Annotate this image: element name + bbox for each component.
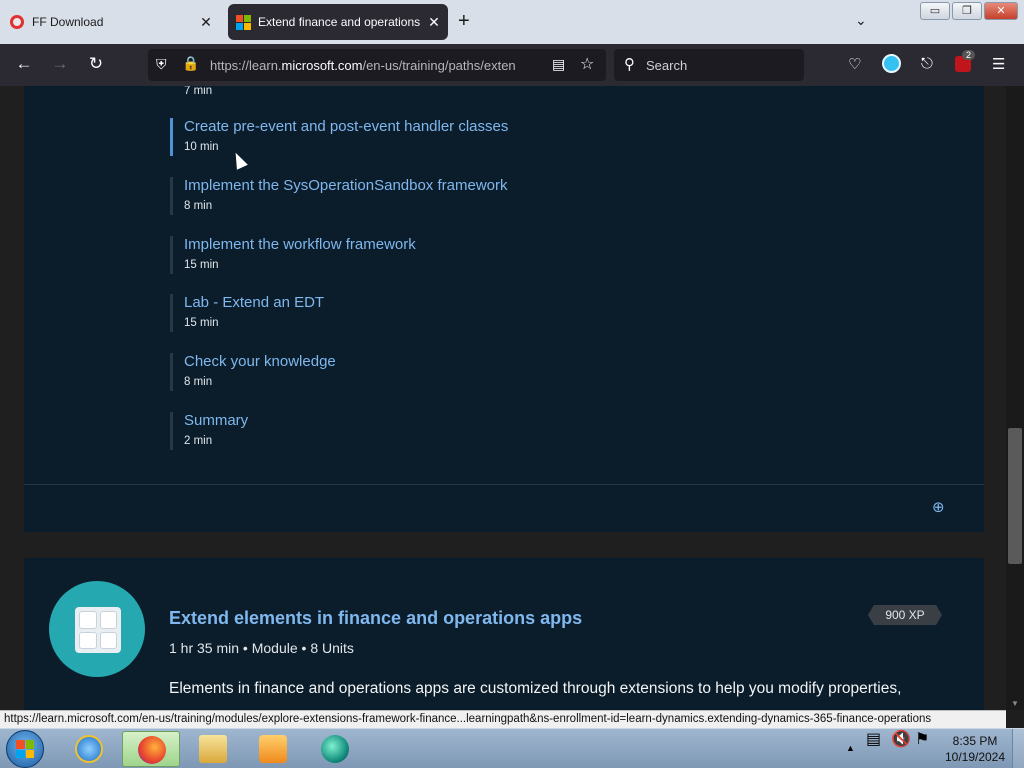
hamburger-menu-icon[interactable]: ☰ (992, 55, 1005, 73)
tab-close-icon[interactable]: ✕ (424, 14, 444, 31)
module-card: Extend elements in finance and operation… (24, 558, 984, 710)
search-placeholder: Search (646, 58, 688, 73)
minimize-button[interactable]: ▭ (920, 2, 950, 20)
windows-taskbar: ▲ ▤ 🔇 ⚑ 8:35 PM 10/19/2024 (0, 728, 1024, 768)
extensions-puzzle-icon[interactable]: ⎋ (921, 55, 933, 72)
link-status-bar: https://learn.microsoft.com/en-us/traini… (0, 710, 1006, 728)
close-window-button[interactable]: ✕ (984, 2, 1018, 20)
unit-progress-bar (170, 177, 173, 215)
unit-duration: 7 min (184, 86, 213, 97)
clock-time: 8:35 PM (952, 734, 998, 748)
clock-date: 10/19/2024 (944, 750, 1006, 764)
tracking-shield-icon[interactable]: ⛨ (156, 56, 167, 73)
start-button[interactable] (6, 730, 44, 768)
pocket-icon[interactable]: ♡ (848, 55, 861, 73)
unit-duration: 8 min (184, 376, 213, 388)
folder-icon (199, 735, 227, 763)
unit-title-link[interactable]: Summary (184, 412, 248, 429)
tab-bar: FF Download ✕ Extend finance and operati… (0, 0, 1024, 44)
card-divider (24, 484, 984, 485)
scroll-down-arrow-icon[interactable]: ▼ (1011, 699, 1019, 708)
unit-title-link[interactable]: Lab - Extend an EDT (184, 294, 324, 311)
unit-progress-bar (170, 294, 173, 332)
windows-logo-icon (16, 740, 34, 758)
tab-title: FF Download (32, 15, 104, 29)
unit-title-link[interactable]: Implement the workflow framework (184, 236, 416, 253)
file-explorer-taskbar-button[interactable] (184, 731, 242, 767)
window-controls: ▭ ❐ ✕ (920, 2, 1018, 20)
address-bar[interactable]: ⛨ 🔒 https://learn.microsoft.com/en-us/tr… (148, 49, 606, 81)
firefox-taskbar-button[interactable] (122, 731, 180, 767)
tab-title: Extend finance and operations ap (258, 15, 424, 29)
bookmark-star-icon[interactable]: ☆ (580, 54, 594, 74)
forward-arrow-icon[interactable]: → (49, 54, 71, 74)
tab-ff-download[interactable]: FF Download ✕ (4, 4, 220, 40)
xp-badge: 900 XP (868, 605, 942, 625)
reader-view-icon[interactable]: ▤ (552, 56, 565, 73)
unit-duration: 15 min (184, 317, 219, 329)
url-text[interactable]: https://learn.microsoft.com/en-us/traini… (210, 58, 544, 73)
internet-explorer-taskbar-button[interactable] (60, 731, 118, 767)
maximize-button[interactable]: ❐ (952, 2, 982, 20)
unit-title-link[interactable]: Implement the SysOperationSandbox framew… (184, 177, 508, 194)
microsoft-favicon-icon (236, 15, 251, 30)
unit-title-link[interactable]: Check your knowledge (184, 353, 336, 370)
vertical-scrollbar[interactable]: ▼ (1006, 86, 1024, 710)
unit-title-link[interactable]: Create pre-event and post-event handler … (184, 118, 508, 135)
app-icon (321, 735, 349, 763)
back-arrow-icon[interactable]: ← (13, 54, 35, 74)
unit-duration: 15 min (184, 259, 219, 271)
learning-path-module-card: 7 min Create pre-event and post-event ha… (24, 86, 984, 532)
new-tab-plus-icon[interactable]: + (458, 10, 470, 33)
media-player-taskbar-button[interactable] (244, 731, 302, 767)
expand-plus-icon[interactable]: ⊕ (932, 498, 945, 516)
search-icon: ⚲ (624, 56, 635, 73)
search-bar[interactable]: ⚲ Search (614, 49, 804, 81)
reload-icon[interactable]: ↻ (85, 54, 107, 74)
system-clock[interactable]: 8:35 PM 10/19/2024 (940, 733, 1010, 765)
unit-progress-bar (170, 236, 173, 274)
unit-progress-bar (170, 353, 173, 391)
scrollbar-thumb[interactable] (1008, 428, 1022, 564)
module-description: Elements in finance and operations apps … (169, 680, 902, 697)
app-taskbar-button[interactable] (306, 731, 364, 767)
module-badge-icon (49, 581, 145, 677)
internet-explorer-icon (75, 735, 103, 763)
unit-progress-bar (170, 118, 173, 156)
tab-close-icon[interactable]: ✕ (196, 14, 216, 31)
firefox-icon (138, 736, 166, 764)
ff-download-favicon-icon (10, 15, 24, 29)
unit-duration: 10 min (184, 141, 219, 153)
module-meta: 1 hr 35 min • Module • 8 Units (169, 640, 354, 656)
module-title-link[interactable]: Extend elements in finance and operation… (169, 608, 582, 629)
tab-extend-finance[interactable]: Extend finance and operations ap ✕ (228, 4, 448, 40)
list-all-tabs-chevron-icon[interactable]: ⌄ (855, 12, 867, 29)
account-avatar-icon[interactable] (882, 54, 901, 73)
unit-duration: 2 min (184, 435, 213, 447)
page-content: 7 min Create pre-event and post-event ha… (0, 86, 1006, 710)
unit-duration: 8 min (184, 200, 213, 212)
unit-progress-bar (170, 412, 173, 450)
extension-badge: 2 (962, 50, 976, 60)
show-desktop-button[interactable] (1012, 729, 1024, 768)
lock-icon[interactable]: 🔒 (182, 55, 199, 72)
navigation-toolbar: ← → ↻ ⛨ 🔒 https://learn.microsoft.com/en… (0, 44, 1024, 86)
media-player-icon (259, 735, 287, 763)
